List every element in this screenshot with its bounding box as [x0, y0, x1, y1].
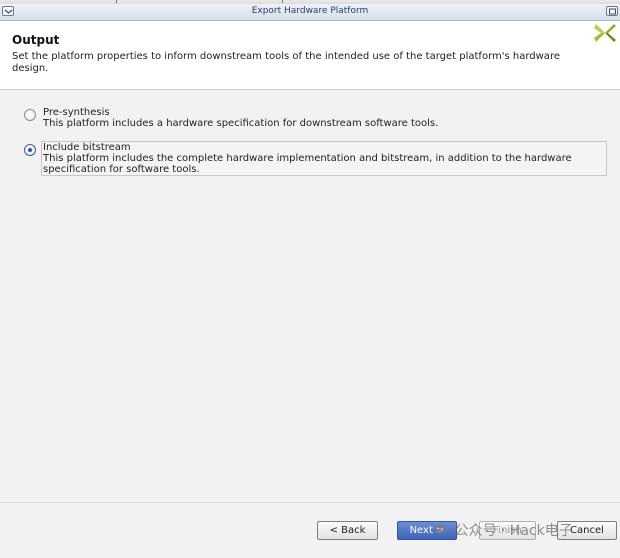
- window-title: Export Hardware Platform: [251, 6, 369, 16]
- watermark-text: 公众号 · Hack电子: [454, 523, 573, 539]
- wechat-icon: [434, 524, 446, 534]
- wizard-header: Output Set the platform properties to in…: [0, 21, 620, 90]
- radio-include-bitstream[interactable]: [24, 144, 36, 156]
- page-title: Output: [12, 33, 60, 47]
- radio-pre-synthesis[interactable]: [24, 109, 36, 121]
- maximize-icon: [609, 8, 616, 15]
- back-button[interactable]: < Back: [317, 521, 378, 540]
- option-label: Include bitstream: [43, 142, 131, 153]
- strip-divider: [282, 0, 283, 3]
- page-description: Set the platform properties to inform do…: [12, 51, 560, 74]
- option-label: Pre-synthesis: [43, 107, 110, 118]
- option-description: This platform includes the complete hard…: [43, 153, 572, 175]
- option-description: This platform includes a hardware specif…: [43, 118, 439, 129]
- strip-divider: [116, 0, 117, 3]
- xilinx-logo-icon: [594, 24, 616, 42]
- title-bar: Export Hardware Platform: [0, 4, 620, 21]
- watermark: 公众号 · Hack电子: [434, 520, 573, 540]
- window-maximize-button[interactable]: [606, 6, 618, 16]
- wizard-content: Pre-synthesis This platform includes a h…: [0, 90, 620, 502]
